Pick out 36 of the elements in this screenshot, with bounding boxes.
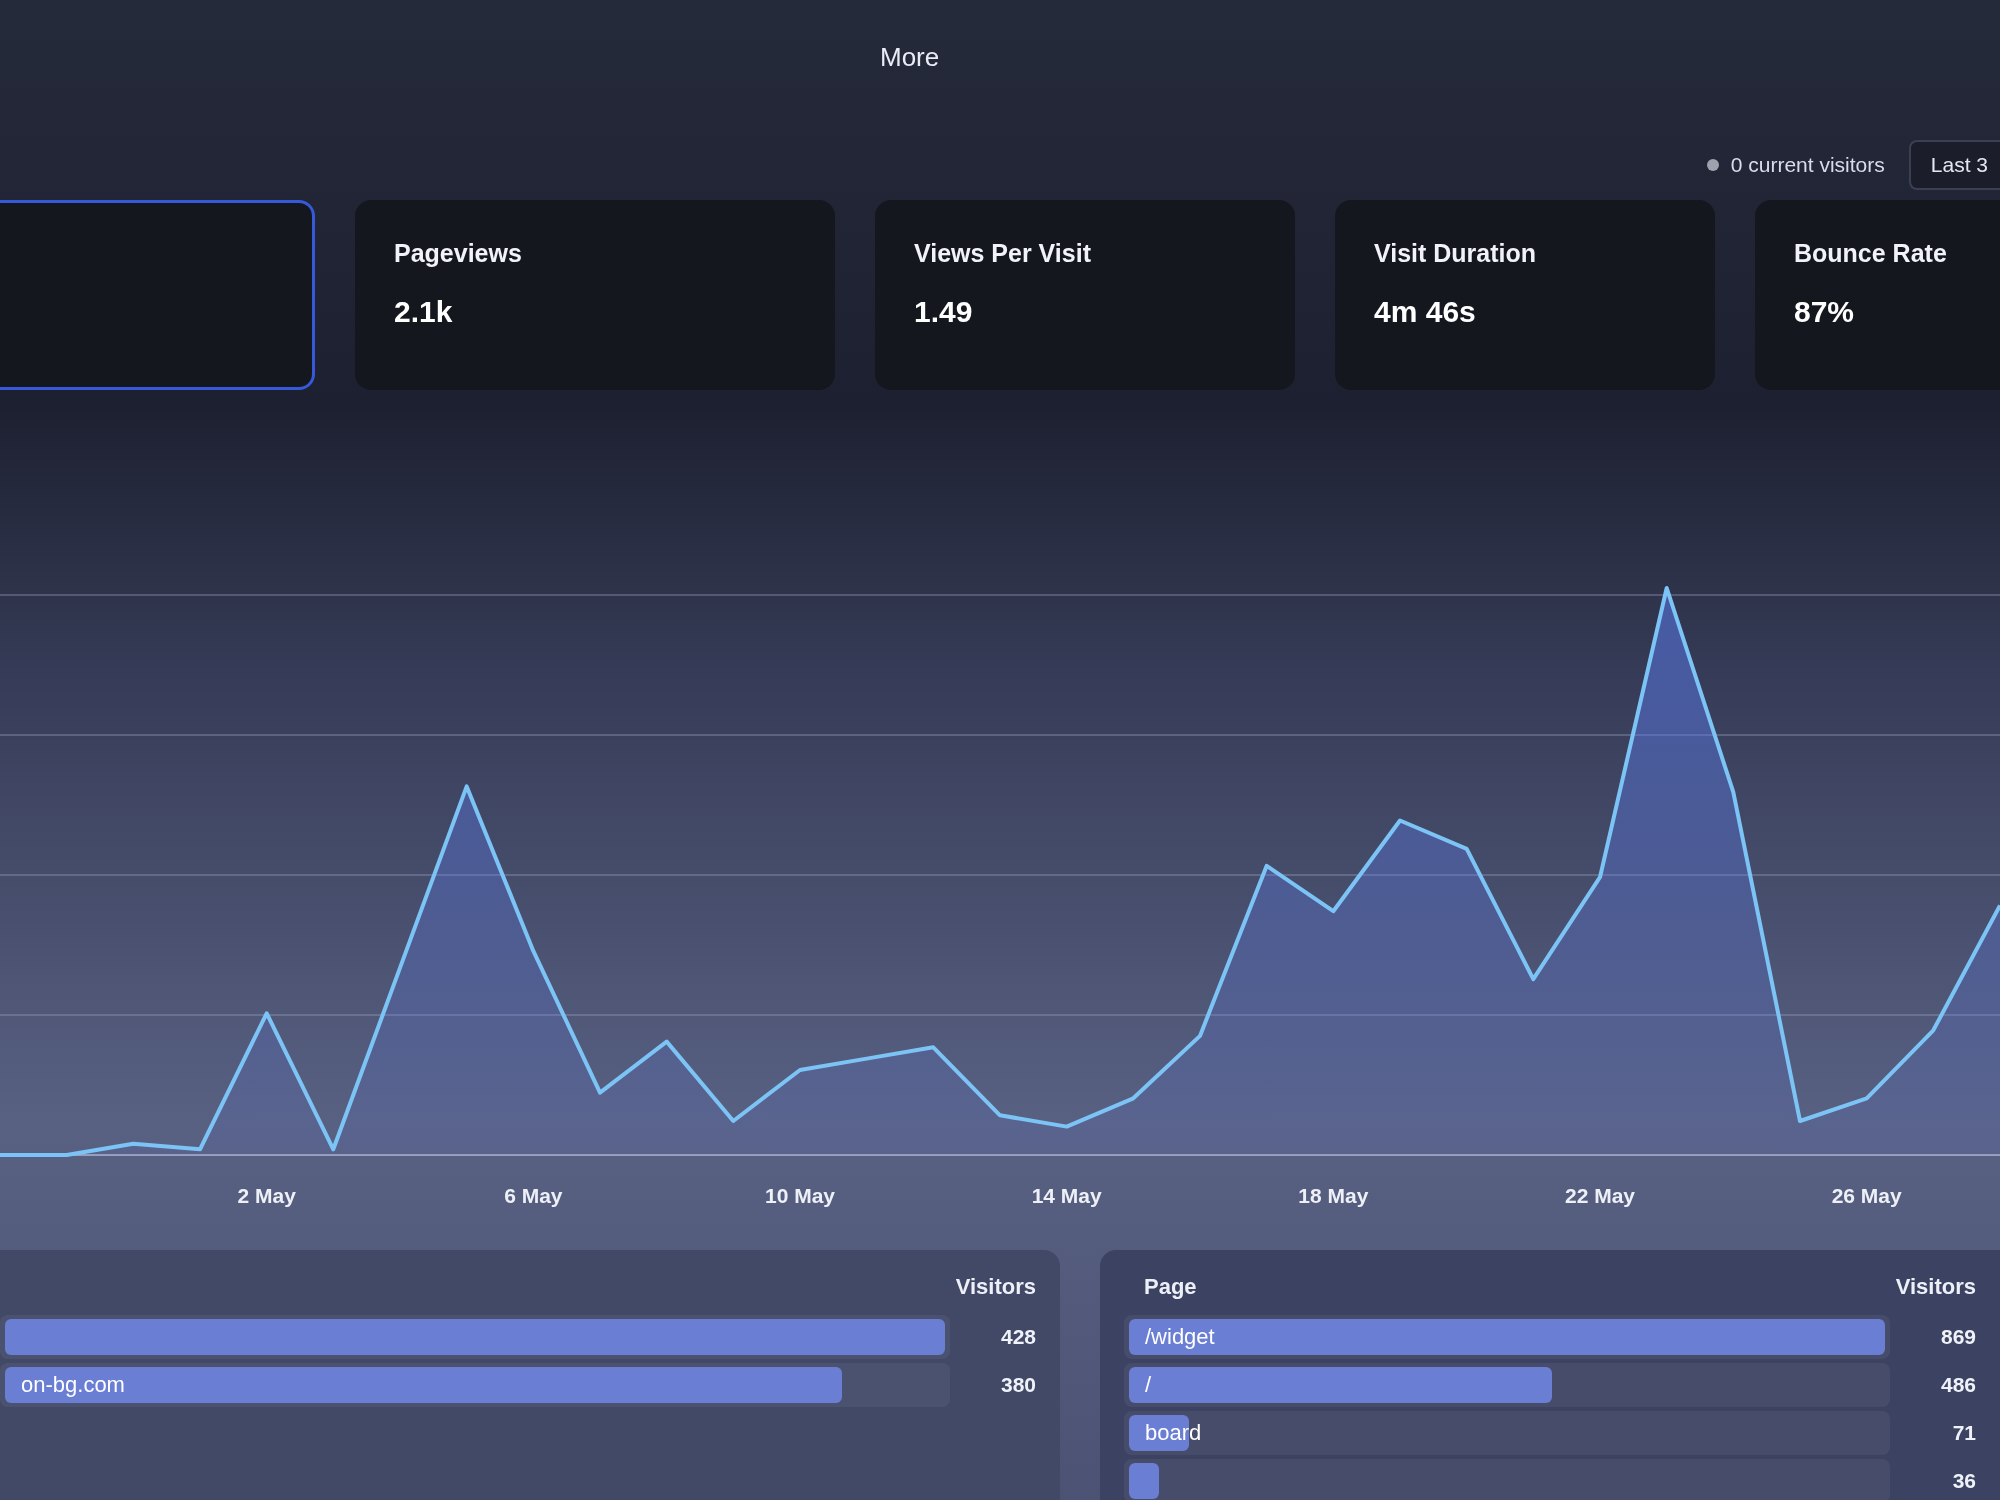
axis-label: 18 May	[1298, 1184, 1369, 1207]
visitor-count: 486	[1939, 1372, 1976, 1399]
axis-label: 14 May	[1031, 1184, 1102, 1207]
stat-value: 2.1k	[394, 293, 453, 330]
stat-card[interactable]: Views Per Visit 1.49	[875, 200, 1295, 390]
visitor-count: 380	[999, 1372, 1036, 1399]
column-header: Visitors	[954, 1273, 1036, 1301]
stat-label: Views Per Visit	[914, 238, 1091, 269]
row-label[interactable]: /	[1129, 1363, 1168, 1407]
stat-label: Bounce Rate	[1794, 238, 1947, 269]
period-dropdown[interactable]: Last 3	[1908, 140, 2000, 190]
axis-label: 6 May	[504, 1184, 563, 1207]
axis-label: 26 May	[1831, 1184, 1902, 1207]
visitor-count: 36	[1951, 1468, 1976, 1495]
visitor-count: 869	[1939, 1324, 1976, 1351]
visitor-count: 71	[1951, 1420, 1976, 1447]
stat-card[interactable]: Bounce Rate 87%	[1755, 200, 2000, 390]
stat-value: 87%	[1794, 293, 1855, 330]
stat-card[interactable]	[0, 200, 315, 390]
column-header: Page	[1143, 1273, 1197, 1301]
status-dot-icon	[1706, 159, 1719, 171]
current-visitors-text: 0 current visitors	[1730, 152, 1885, 179]
stat-card[interactable]: Pageviews 2.1k	[355, 200, 835, 390]
stat-value: 4m 46s	[1374, 293, 1476, 330]
column-header: Visitors	[1895, 1273, 1976, 1301]
row-label[interactable]: /widget	[1129, 1315, 1231, 1359]
stat-label: Visit Duration	[1374, 238, 1537, 269]
stat-label: Pageviews	[394, 238, 522, 269]
axis-label: 10 May	[765, 1184, 835, 1207]
row-label[interactable]: on-bg.com	[5, 1363, 141, 1407]
nav-link[interactable]: More	[880, 42, 940, 72]
stat-card[interactable]: Visit Duration 4m 46s	[1335, 200, 1715, 390]
visitor-count: 428	[999, 1324, 1036, 1351]
axis-label: 2 May	[237, 1184, 296, 1207]
stat-value: 1.49	[914, 293, 973, 330]
axis-label: 22 May	[1565, 1184, 1635, 1207]
